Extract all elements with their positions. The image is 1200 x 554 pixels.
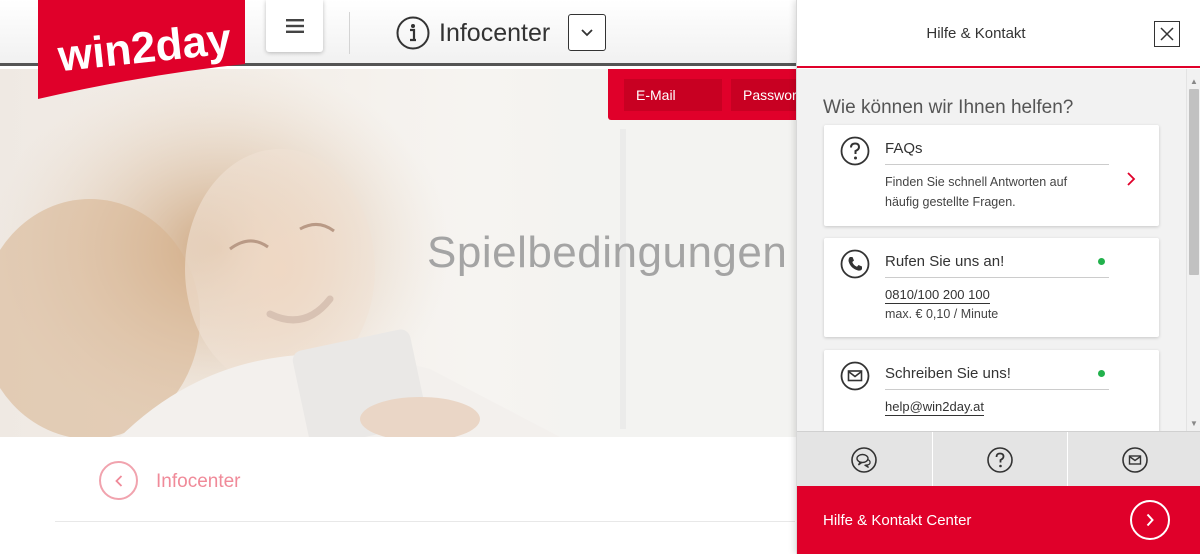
back-button[interactable] (99, 461, 138, 500)
email-card-title: Schreiben Sie uns! (885, 365, 1011, 382)
card-divider (885, 389, 1109, 390)
faq-card-text-line-2: häufig gestellte Fragen. (885, 195, 1016, 209)
quick-action-bar (797, 431, 1200, 487)
chevron-right-icon (1127, 172, 1136, 186)
close-button[interactable] (1154, 21, 1180, 47)
faq-card-title: FAQs (885, 140, 923, 157)
help-contact-panel: Hilfe & Kontakt Wie können wir Ihnen hel… (796, 0, 1200, 554)
faq-card[interactable]: FAQs Finden Sie schnell Antworten auf hä… (824, 125, 1159, 226)
email-card: Schreiben Sie uns! help@win2day.at (824, 350, 1159, 431)
hero-title: Spielbedingungen (427, 228, 788, 277)
mail-icon (840, 361, 870, 391)
chat-button[interactable] (797, 432, 931, 487)
chevron-down-icon (581, 28, 593, 36)
close-icon (1160, 27, 1174, 41)
header-divider (349, 12, 350, 54)
scroll-down-arrow-icon[interactable]: ▼ (1190, 419, 1198, 428)
phone-status-dot (1098, 258, 1105, 265)
faq-card-text-line-1: Finden Sie schnell Antworten auf (885, 175, 1068, 189)
panel-header: Hilfe & Kontakt (797, 0, 1200, 68)
phone-icon (840, 249, 870, 279)
hamburger-menu-icon (285, 19, 304, 33)
section-title: Infocenter (439, 19, 551, 47)
phone-card-title: Rufen Sie uns an! (885, 253, 1005, 270)
question-circle-icon (840, 136, 870, 166)
win2day-logo[interactable]: win2day (38, 0, 245, 99)
card-divider (885, 164, 1109, 165)
menu-button[interactable] (266, 0, 323, 52)
help-question: Wie können wir Ihnen helfen? (823, 97, 1074, 118)
content-divider (55, 521, 795, 522)
faq-quick-button[interactable] (932, 432, 1066, 487)
scroll-up-arrow-icon[interactable]: ▲ (1190, 77, 1198, 86)
breadcrumb-link[interactable]: Infocenter (156, 471, 241, 493)
email-quick-button[interactable] (1067, 432, 1200, 487)
panel-title: Hilfe & Kontakt (926, 25, 1026, 42)
question-circle-icon (986, 446, 1013, 473)
hero-banner: Spielbedingungen (0, 69, 796, 437)
panel-body: Wie können wir Ihnen helfen? FAQs Finden… (797, 69, 1186, 431)
phone-price-text: max. € 0,10 / Minute (885, 307, 999, 321)
login-bar: E-Mail Passwort (608, 69, 811, 120)
help-center-cta[interactable]: Hilfe & Kontakt Center (797, 486, 1200, 554)
cta-label: Hilfe & Kontakt Center (823, 512, 972, 529)
section-dropdown-button[interactable] (568, 14, 606, 51)
chat-icon (851, 446, 877, 473)
chevron-right-circle-icon (1130, 500, 1170, 540)
mail-icon (1121, 446, 1148, 473)
email-status-dot (1098, 370, 1105, 377)
scrollbar-thumb[interactable] (1189, 89, 1199, 275)
phone-number-link[interactable]: 0810/100 200 100 (885, 287, 990, 304)
chevron-left-icon (114, 474, 122, 487)
email-address-link[interactable]: help@win2day.at (885, 399, 984, 416)
phone-card: Rufen Sie uns an! 0810/100 200 100 max. … (824, 238, 1159, 337)
info-circle-icon (396, 16, 430, 50)
email-input[interactable]: E-Mail (624, 79, 722, 111)
panel-scrollbar[interactable]: ▲ ▼ (1186, 69, 1200, 431)
card-divider (885, 277, 1109, 278)
